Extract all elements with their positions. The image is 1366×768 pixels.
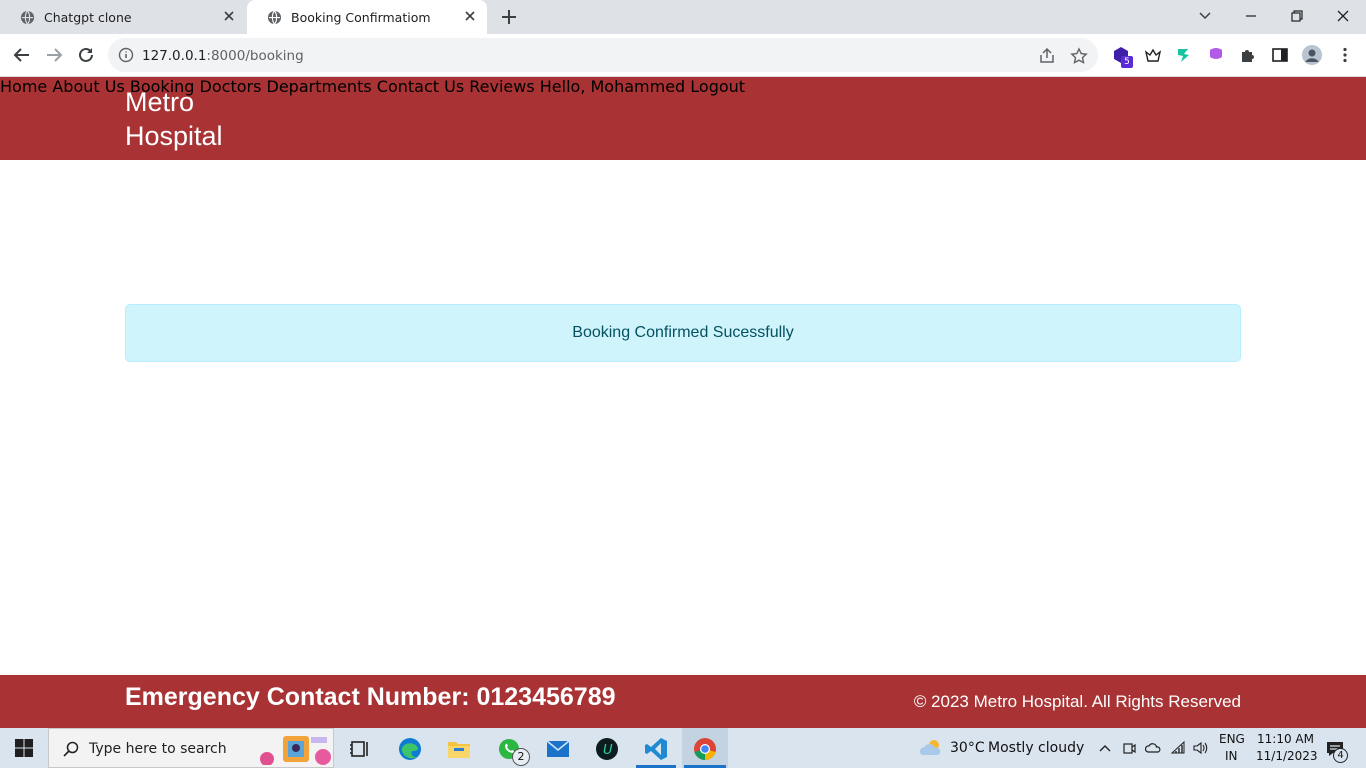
booking-success-alert: Booking Confirmed Sucessfully	[125, 304, 1241, 362]
logout-link[interactable]: Logout	[690, 77, 745, 96]
side-panel-icon[interactable]	[1271, 46, 1289, 64]
globe-icon	[20, 10, 35, 24]
nav-home-link[interactable]: Home	[0, 77, 47, 96]
restore-icon[interactable]	[1287, 6, 1307, 26]
brand-line-1: Metro	[125, 87, 195, 117]
weather-cloud-icon	[919, 740, 941, 755]
nav-reviews-link[interactable]: Reviews	[469, 77, 534, 96]
nav-about-link[interactable]: About Us	[52, 77, 124, 96]
crown-extension-icon[interactable]	[1144, 46, 1162, 64]
whatsapp-badge: 2	[512, 748, 530, 766]
brand-line-2: Hospital	[125, 121, 223, 151]
language-indicator[interactable]: ENG	[1219, 732, 1245, 746]
user-greeting: Hello, Mohammed	[539, 77, 686, 96]
url-host: 127.0.0.1	[142, 48, 207, 64]
window-close-icon[interactable]	[1333, 6, 1353, 26]
svg-text:U: U	[603, 743, 613, 758]
copyright-text: © 2023 Metro Hospital. All Rights Reserv…	[913, 692, 1241, 711]
onedrive-cloud-icon[interactable]	[1145, 740, 1161, 756]
url-path: :8000/booking	[206, 48, 304, 64]
url-text: 127.0.0.1:8000/booking	[142, 48, 304, 64]
notification-count-badge: 4	[1333, 748, 1348, 763]
chrome-icon[interactable]	[692, 736, 718, 762]
browser-tab-bar: Chatgpt clone Booking Confirmatiom	[0, 0, 1366, 34]
wifi-icon[interactable]	[1170, 740, 1186, 756]
vscode-icon[interactable]	[643, 736, 669, 762]
tab-chatgpt-clone[interactable]: Chatgpt clone	[0, 0, 246, 34]
emergency-contact: Emergency Contact Number: 0123456789	[125, 683, 616, 711]
more-menu-icon[interactable]	[1336, 46, 1354, 64]
windows-taskbar: Type here to search 2 U 30°C Mostly clou…	[0, 728, 1366, 768]
share-icon[interactable]	[1038, 47, 1056, 65]
weather-description[interactable]: Mostly cloudy	[988, 740, 1084, 756]
forward-arrow-icon[interactable]	[44, 45, 64, 65]
puzzle-piece-icon[interactable]	[1239, 46, 1257, 64]
reload-icon[interactable]	[76, 45, 96, 65]
taskbar-search-box[interactable]: Type here to search	[48, 728, 334, 768]
site-footer: Emergency Contact Number: 0123456789 © 2…	[0, 675, 1366, 728]
purple-chat-extension-icon[interactable]	[1207, 46, 1225, 64]
search-highlight-illustration-icon	[259, 733, 333, 765]
tab-search-chevron-icon[interactable]	[1195, 6, 1215, 26]
site-logo-text[interactable]: Metro Hospital	[125, 85, 285, 153]
tab-title: Chatgpt clone	[44, 9, 132, 25]
search-placeholder: Type here to search	[89, 741, 227, 757]
clock-time[interactable]: 11:10 AM	[1257, 732, 1314, 746]
ultraedit-icon[interactable]: U	[594, 736, 620, 762]
nav-contact-link[interactable]: Contact Us	[377, 77, 464, 96]
alert-message: Booking Confirmed Sucessfully	[572, 324, 794, 341]
profile-avatar-icon[interactable]	[1302, 45, 1322, 65]
task-view-icon[interactable]	[347, 736, 373, 762]
clock-date[interactable]: 11/1/2023	[1256, 749, 1318, 763]
back-arrow-icon[interactable]	[12, 45, 32, 65]
close-tab-icon[interactable]	[463, 9, 477, 23]
address-bar[interactable]: 127.0.0.1:8000/booking	[108, 38, 1098, 72]
bookmark-star-icon[interactable]	[1070, 47, 1088, 65]
meet-now-icon[interactable]	[1121, 740, 1137, 756]
volume-icon[interactable]	[1192, 740, 1208, 756]
file-explorer-icon[interactable]	[446, 736, 472, 762]
new-tab-icon[interactable]	[500, 8, 518, 26]
windows-start-icon[interactable]	[14, 738, 34, 758]
region-indicator[interactable]: IN	[1225, 749, 1238, 763]
globe-icon	[267, 10, 282, 24]
tab-title: Booking Confirmatiom	[291, 9, 431, 25]
close-tab-icon[interactable]	[222, 9, 236, 23]
minimize-icon[interactable]	[1241, 6, 1261, 26]
site-header: Metro Hospital Home About Us Booking Doc…	[0, 77, 1366, 160]
weather-temperature[interactable]: 30°C	[950, 740, 985, 756]
site-info-icon[interactable]	[118, 47, 134, 63]
teal-bird-extension-icon[interactable]	[1175, 46, 1193, 64]
mail-icon[interactable]	[545, 736, 571, 762]
search-icon	[63, 741, 79, 757]
edge-browser-icon[interactable]	[397, 736, 423, 762]
browser-toolbar: 127.0.0.1:8000/booking 5	[0, 34, 1366, 77]
extension-badge: 5	[1121, 56, 1133, 68]
show-hidden-icons-chevron-icon[interactable]	[1097, 740, 1113, 756]
tab-booking-confirmation[interactable]: Booking Confirmatiom	[247, 0, 487, 34]
